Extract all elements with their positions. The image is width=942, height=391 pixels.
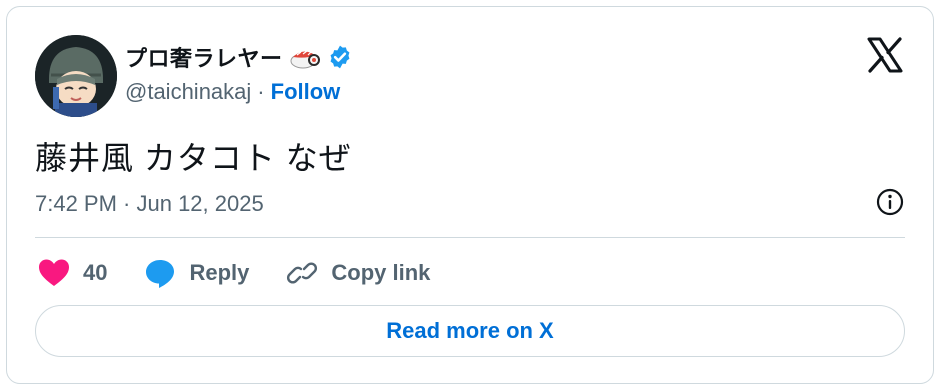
verified-badge-icon: [330, 45, 349, 69]
avatar-image: [35, 35, 117, 117]
author-handle[interactable]: @taichinakaj: [125, 79, 251, 105]
link-icon: [287, 262, 318, 284]
author-name-row: プロ奢ラレヤー: [125, 41, 353, 73]
reply-bubble-icon: [146, 260, 175, 288]
read-more-button[interactable]: Read more on X: [35, 305, 905, 357]
reply-label: Reply: [189, 260, 250, 285]
like-button[interactable]: 40: [37, 257, 107, 289]
copy-link-label: Copy link: [331, 260, 431, 285]
tweet-card: プロ奢ラレヤー @taichinakaj · Follow 藤井風 カタコト な…: [6, 6, 934, 384]
author-display-name[interactable]: プロ奢ラレヤー: [125, 41, 283, 73]
avatar[interactable]: [35, 35, 117, 117]
sushi-emoji-icon: [290, 50, 320, 69]
heart-icon: [39, 259, 69, 286]
x-logo-icon[interactable]: [865, 35, 905, 75]
action-bar: 40 Reply Copy link: [37, 253, 466, 293]
tweet-timestamp[interactable]: 7:42 PM · Jun 12, 2025: [35, 191, 264, 217]
reply-button[interactable]: Reply: [143, 257, 249, 289]
info-icon[interactable]: [875, 187, 905, 217]
copy-link-button[interactable]: Copy link: [285, 257, 430, 289]
follow-link[interactable]: Follow: [271, 79, 341, 105]
like-count: 40: [83, 260, 108, 285]
divider: [35, 237, 905, 238]
separator-dot: ·: [257, 79, 265, 104]
tweet-text: 藤井風 カタコト なぜ: [35, 140, 352, 176]
author-handle-row: @taichinakaj · Follow: [125, 79, 340, 105]
